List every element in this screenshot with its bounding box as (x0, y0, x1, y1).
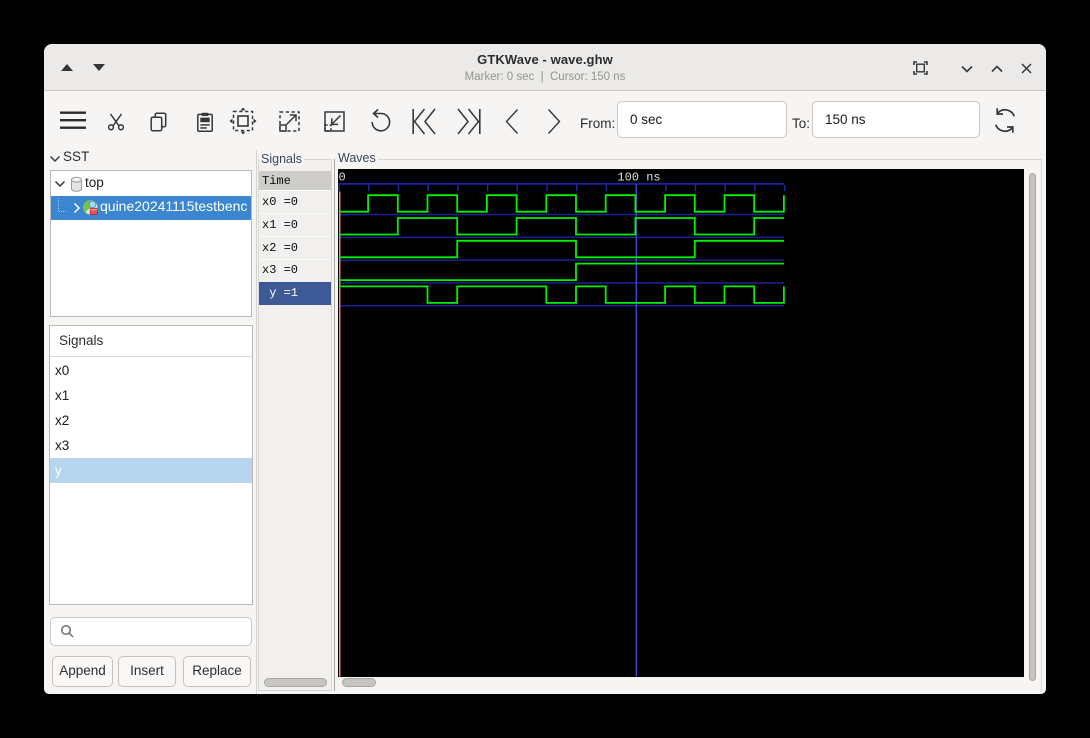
svg-text:100 ns: 100 ns (617, 170, 660, 184)
svg-text:0: 0 (338, 170, 345, 184)
